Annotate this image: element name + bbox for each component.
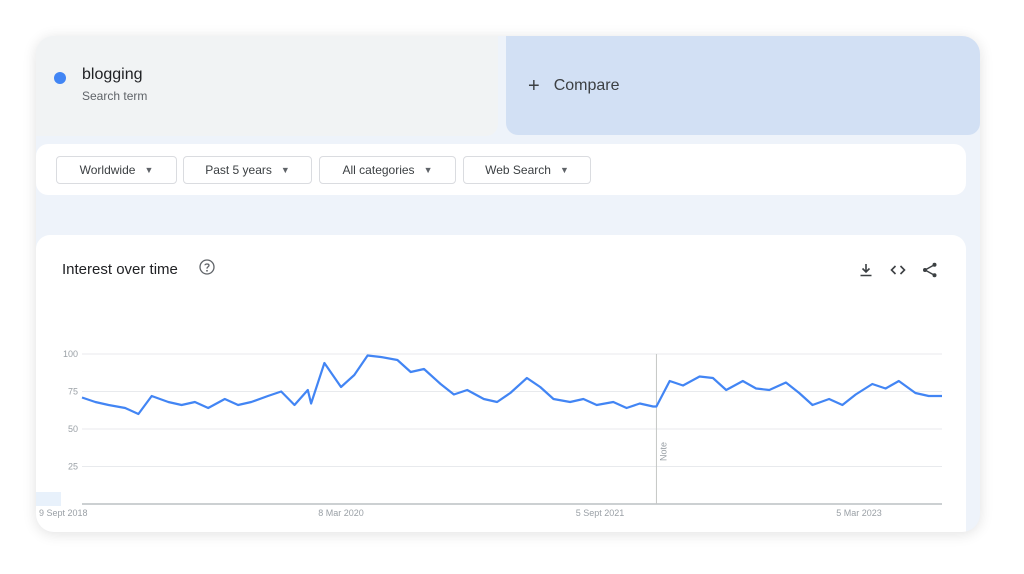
category-filter-label: All categories bbox=[342, 163, 415, 177]
search-type-filter-label: Web Search bbox=[485, 163, 551, 177]
interest-over-time-card: Interest over time 25 50 75 100 9 Sept 2018 8… bbox=[36, 235, 966, 532]
search-type-filter[interactable]: Web Search ▼ bbox=[463, 156, 591, 184]
category-filter[interactable]: All categories ▼ bbox=[319, 156, 456, 184]
dropdown-caret-icon: ▼ bbox=[559, 165, 569, 175]
region-filter-label: Worldwide bbox=[79, 163, 136, 177]
search-term-sublabel: Search term bbox=[82, 89, 148, 103]
corner-marker bbox=[36, 492, 61, 506]
filter-bar: Worldwide ▼ Past 5 years ▼ All categorie… bbox=[36, 144, 966, 195]
interest-line-chart: 25 50 75 100 9 Sept 2018 8 Mar 2020 5 Sept 202… bbox=[39, 349, 942, 518]
series-color-dot bbox=[54, 72, 66, 84]
compare-button[interactable]: + Compare bbox=[506, 36, 980, 135]
y-tick-label: 25 bbox=[68, 462, 78, 472]
note-label: Note bbox=[658, 442, 668, 461]
y-tick-label: 75 bbox=[68, 387, 78, 397]
plus-icon: + bbox=[528, 74, 540, 97]
time-filter[interactable]: Past 5 years ▼ bbox=[183, 156, 312, 184]
x-tick-label: 8 Mar 2020 bbox=[318, 508, 364, 518]
search-term-name[interactable]: blogging bbox=[82, 66, 143, 84]
search-term-card[interactable]: blogging Search term bbox=[36, 36, 498, 136]
trends-panel: blogging Search term + Compare Worldwide… bbox=[36, 36, 980, 532]
series-line bbox=[81, 354, 942, 416]
x-tick-label: 5 Sept 2021 bbox=[576, 508, 625, 518]
dropdown-caret-icon: ▼ bbox=[144, 165, 154, 175]
x-tick-label: 9 Sept 2018 bbox=[39, 508, 88, 518]
dropdown-caret-icon: ▼ bbox=[423, 165, 433, 175]
y-tick-label: 100 bbox=[63, 349, 78, 359]
time-filter-label: Past 5 years bbox=[205, 163, 272, 177]
dropdown-caret-icon: ▼ bbox=[280, 165, 290, 175]
y-tick-label: 50 bbox=[68, 424, 78, 434]
region-filter[interactable]: Worldwide ▼ bbox=[56, 156, 177, 184]
x-tick-label: 5 Mar 2023 bbox=[836, 508, 882, 518]
compare-label: Compare bbox=[553, 76, 620, 94]
